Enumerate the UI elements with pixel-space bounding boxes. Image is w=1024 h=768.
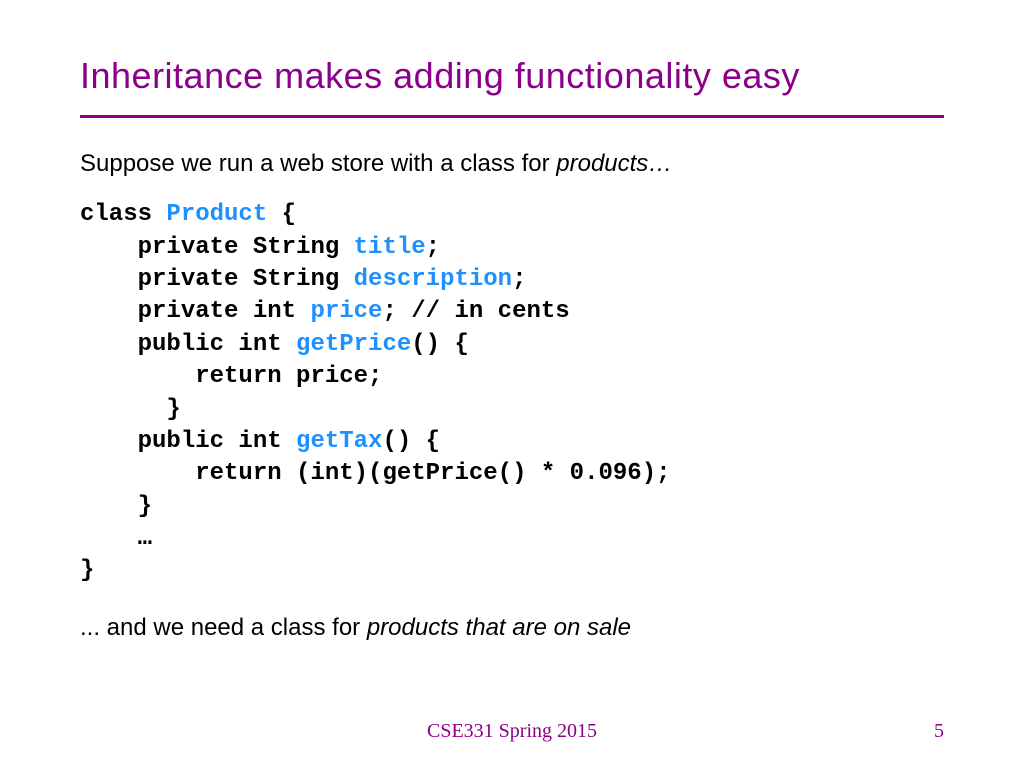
intro-text: Suppose we run a web store with a class … [80,148,944,179]
intro-prefix: Suppose we run a web store with a class … [80,150,556,177]
slide-title: Inheritance makes adding functionality e… [80,55,944,97]
footer-course: CSE331 Spring 2015 [427,720,597,743]
code-block: class Product { private String title; pr… [80,199,944,588]
intro-italic: products… [556,150,672,177]
slide-container: Inheritance makes adding functionality e… [0,0,1024,768]
outro-italic: products that are on sale [367,614,631,641]
footer-page-number: 5 [934,720,944,743]
outro-text: ... and we need a class for products tha… [80,612,944,643]
title-divider [80,115,944,118]
outro-prefix: ... and we need a class for [80,614,367,641]
slide-footer: CSE331 Spring 2015 5 [0,720,1024,743]
